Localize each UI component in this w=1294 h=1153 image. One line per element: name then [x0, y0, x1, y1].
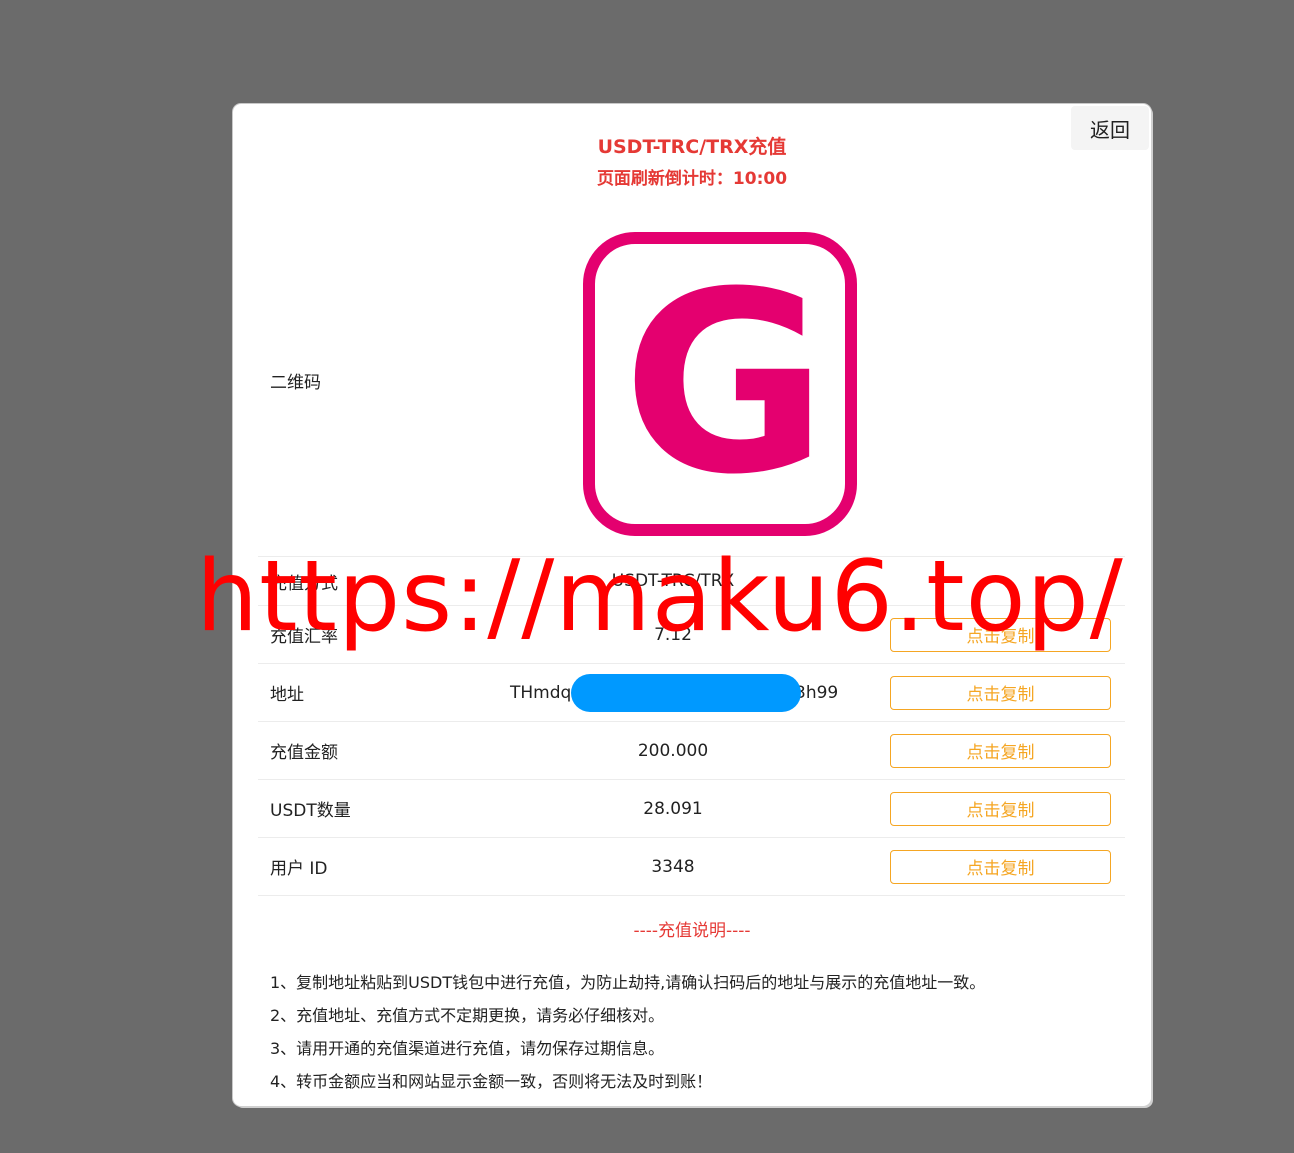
row-label: 充值汇率 [270, 627, 338, 647]
row-label: 充值金额 [270, 743, 338, 763]
note-item: 2、充值地址、充值方式不定期更换，请务必仔细核对。 [270, 1006, 665, 1025]
row-label: 充值方式 [270, 573, 338, 594]
row-label: USDT数量 [270, 801, 351, 821]
row-value: 200.000 [637, 740, 709, 761]
page-title: USDT-TRC/TRX充值 [597, 136, 787, 158]
notes-list: 1、复制地址粘贴到USDT钱包中进行充值，为防止劫持,请确认扫码后的地址与展示的… [270, 966, 985, 1098]
qr-code-image: G [583, 232, 857, 536]
recharge-modal: 返回 USDT-TRC/TRX充值 页面刷新倒计时：10:00 二维码 G 充值… [233, 104, 1151, 1106]
table-row: USDT数量 28.091 点击复制 [258, 779, 1125, 837]
address-value-start: THmdq [510, 682, 572, 703]
note-item: 1、复制地址粘贴到USDT钱包中进行充值，为防止劫持,请确认扫码后的地址与展示的… [270, 973, 986, 992]
note-item: 4、转币金额应当和网站显示金额一致，否则将无法及时到账！ [270, 1072, 713, 1091]
recharge-info-table: 充值方式 USDT-TRC/TRX 充值汇率 7.12 点击复制 地址 THmd… [258, 556, 1125, 896]
address-value-end: 3h99 [795, 682, 839, 703]
address-redaction [571, 674, 801, 712]
copy-amount-button[interactable]: 点击复制 [890, 733, 1111, 768]
table-row: 充值方式 USDT-TRC/TRX [258, 556, 1125, 605]
row-label: 地址 [270, 685, 304, 705]
row-value: 28.091 [643, 798, 703, 819]
row-value: 7.12 [654, 624, 692, 645]
copy-rate-button[interactable]: 点击复制 [890, 617, 1111, 652]
row-value: USDT-TRC/TRX [611, 571, 735, 591]
copy-address-button[interactable]: 点击复制 [890, 675, 1111, 710]
table-row: 用户 ID 3348 点击复制 [258, 837, 1125, 896]
copy-user-id-button[interactable]: 点击复制 [890, 849, 1111, 884]
table-row: 充值汇率 7.12 点击复制 [258, 605, 1125, 663]
row-value: 3348 [651, 856, 695, 877]
note-item: 3、请用开通的充值渠道进行充值，请勿保存过期信息。 [270, 1039, 665, 1058]
notes-heading: ----充值说明---- [633, 921, 751, 941]
row-label: 用户 ID [270, 859, 328, 879]
qr-code-label: 二维码 [270, 373, 321, 393]
qr-logo-letter: G [622, 238, 827, 529]
copy-usdt-button[interactable]: 点击复制 [890, 791, 1111, 826]
table-row: 充值金额 200.000 点击复制 [258, 721, 1125, 779]
refresh-countdown: 页面刷新倒计时：10:00 [596, 169, 788, 189]
